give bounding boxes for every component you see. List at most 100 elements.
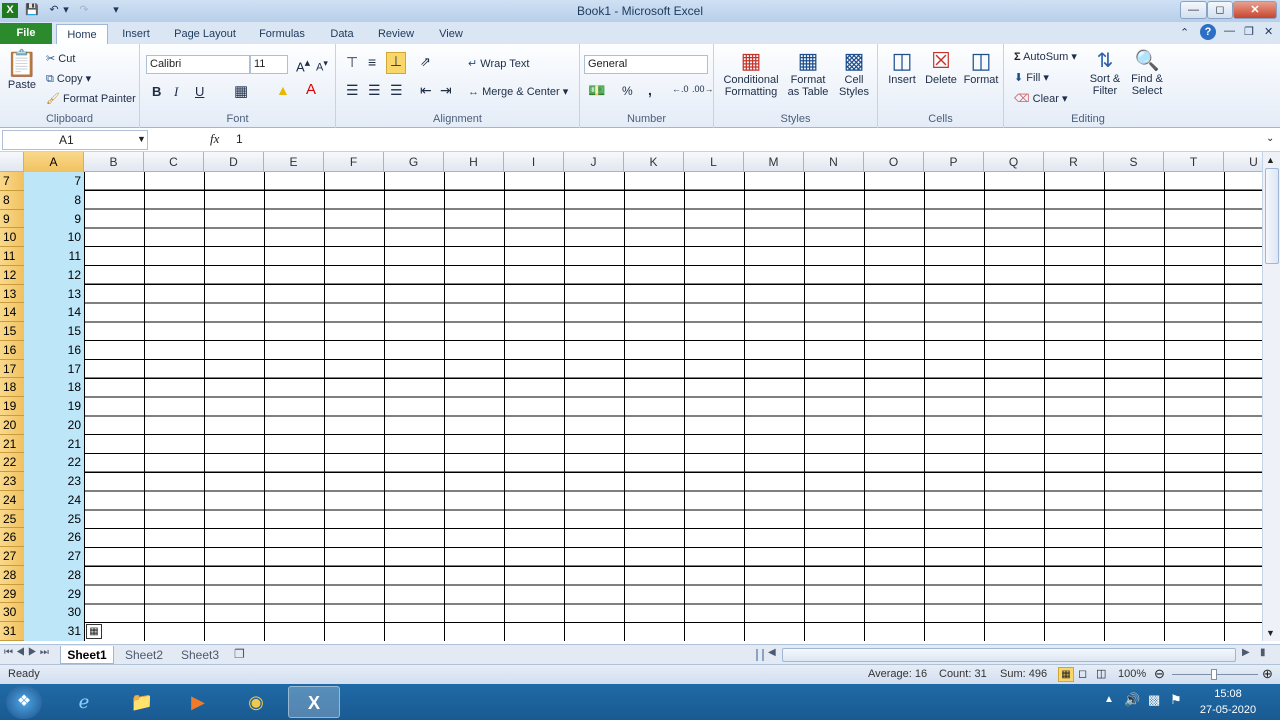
italic-button[interactable]: I: [174, 84, 178, 100]
cell-a[interactable]: 31: [24, 622, 84, 641]
horizontal-scroll-thumb[interactable]: [782, 648, 1236, 662]
column-header-o[interactable]: O: [864, 152, 924, 172]
sort-filter-button[interactable]: ⇅ Sort & Filter: [1086, 48, 1124, 97]
align-left-icon[interactable]: ☰: [346, 82, 359, 99]
scroll-up-icon[interactable]: ▲: [1266, 155, 1275, 165]
split-vertical-icon[interactable]: ▮: [1260, 647, 1266, 658]
cell-a[interactable]: 8: [24, 190, 84, 210]
page-break-view-icon[interactable]: ◫: [1096, 667, 1106, 680]
row-header[interactable]: 28: [0, 565, 24, 585]
row-header[interactable]: 9: [0, 209, 24, 229]
column-header-p[interactable]: P: [924, 152, 984, 172]
workbook-minimize-icon[interactable]: —: [1224, 25, 1235, 37]
cell-a[interactable]: 21: [24, 434, 84, 454]
font-name-combo[interactable]: Calibri: [146, 55, 250, 74]
cell-a[interactable]: 10: [24, 228, 84, 248]
workbook-restore-icon[interactable]: ❐: [1244, 25, 1254, 38]
bold-button[interactable]: B: [152, 84, 161, 99]
cell-a[interactable]: 15: [24, 322, 84, 341]
font-color-icon[interactable]: A: [306, 81, 316, 98]
row-header[interactable]: 17: [0, 359, 24, 379]
zoom-level[interactable]: 100%: [1118, 668, 1146, 680]
media-player-icon[interactable]: ▶: [172, 686, 224, 718]
workbook-close-icon[interactable]: ✕: [1264, 25, 1273, 38]
tab-page-layout[interactable]: Page Layout: [168, 24, 242, 44]
column-header-j[interactable]: J: [564, 152, 624, 172]
column-header-f[interactable]: F: [324, 152, 384, 172]
zoom-slider-thumb[interactable]: [1211, 669, 1217, 680]
cell-a[interactable]: 14: [24, 303, 84, 323]
cell-a[interactable]: 12: [24, 265, 84, 285]
quick-analysis-icon[interactable]: ▦: [86, 624, 102, 639]
excel-taskbar-icon[interactable]: X: [288, 686, 340, 718]
scroll-left-icon[interactable]: ◀: [768, 647, 776, 658]
start-button[interactable]: ❖: [6, 685, 42, 719]
autosum-button[interactable]: Σ AutoSum ▾: [1014, 50, 1077, 63]
copy-button[interactable]: ⧉ Copy ▾: [46, 72, 91, 86]
cell-a[interactable]: 24: [24, 490, 84, 510]
percent-button[interactable]: %: [622, 84, 633, 98]
row-header[interactable]: 10: [0, 228, 24, 248]
row-header[interactable]: 16: [0, 340, 24, 360]
row-header[interactable]: 23: [0, 472, 24, 491]
cell-a[interactable]: 13: [24, 284, 84, 304]
row-header[interactable]: 19: [0, 397, 24, 416]
column-header-h[interactable]: H: [444, 152, 504, 172]
column-header-c[interactable]: C: [144, 152, 204, 172]
tab-formulas[interactable]: Formulas: [252, 24, 312, 44]
scroll-thumb[interactable]: [1265, 168, 1279, 264]
cell-a[interactable]: 30: [24, 603, 84, 623]
cell-a[interactable]: 22: [24, 453, 84, 473]
column-header-m[interactable]: M: [744, 152, 804, 172]
conditional-formatting-button[interactable]: ▦ Conditional Formatting: [720, 48, 782, 98]
row-header[interactable]: 11: [0, 247, 24, 266]
expand-formula-bar-icon[interactable]: ⌄: [1266, 133, 1274, 144]
number-format-combo[interactable]: General: [584, 55, 708, 74]
ribbon-minimize-icon[interactable]: ⌃: [1180, 26, 1189, 39]
fill-button[interactable]: ⬇ Fill ▾: [1014, 71, 1049, 84]
row-header[interactable]: 14: [0, 303, 24, 323]
row-header[interactable]: 26: [0, 528, 24, 548]
bottom-align-icon[interactable]: ⊥: [386, 52, 406, 74]
formula-input[interactable]: 1: [230, 130, 1264, 150]
chrome-icon[interactable]: ◉: [230, 686, 282, 718]
orientation-icon[interactable]: ⇗: [420, 54, 431, 70]
zoom-in-icon[interactable]: ⊕: [1262, 666, 1273, 682]
network-icon[interactable]: ▩: [1148, 692, 1160, 708]
paste-button[interactable]: 📋 Paste: [4, 48, 40, 102]
column-header-g[interactable]: G: [384, 152, 444, 172]
align-right-icon[interactable]: ☰: [390, 82, 403, 99]
vertical-scrollbar[interactable]: ▲ ▼: [1262, 152, 1280, 641]
show-hidden-icons[interactable]: ▲: [1104, 694, 1114, 705]
cell-a[interactable]: 25: [24, 509, 84, 529]
row-header[interactable]: 7: [0, 172, 24, 191]
internet-explorer-icon[interactable]: ℯ: [58, 686, 110, 718]
sheet-tab-sheet1[interactable]: Sheet1: [60, 646, 114, 664]
clear-button[interactable]: ⌫ Clear ▾: [1014, 92, 1068, 105]
center-icon[interactable]: ☰: [368, 82, 381, 99]
row-header[interactable]: 22: [0, 453, 24, 473]
sheet-tab-sheet2[interactable]: Sheet2: [118, 646, 170, 664]
minimize-button[interactable]: —: [1180, 1, 1207, 19]
insert-function-button[interactable]: fx: [210, 131, 219, 147]
row-header[interactable]: 13: [0, 284, 24, 304]
row-header[interactable]: 18: [0, 378, 24, 398]
cell-a[interactable]: 29: [24, 584, 84, 604]
decrease-decimal-icon[interactable]: .00→: [692, 84, 714, 94]
taskbar-date[interactable]: 27-05-2020: [1194, 704, 1262, 716]
insert-cells-button[interactable]: ◫ Insert: [884, 48, 920, 86]
column-header-n[interactable]: N: [804, 152, 864, 172]
scroll-down-icon[interactable]: ▼: [1266, 628, 1275, 638]
maximize-button[interactable]: ◻: [1207, 1, 1233, 19]
format-cells-button[interactable]: ◫ Format: [962, 48, 1000, 86]
cell-a[interactable]: 17: [24, 359, 84, 379]
row-header[interactable]: 21: [0, 434, 24, 454]
cut-button[interactable]: ✂ Cut: [46, 52, 75, 65]
column-header-k[interactable]: K: [624, 152, 684, 172]
font-size-combo[interactable]: 11: [250, 55, 288, 74]
cell-a[interactable]: 28: [24, 565, 84, 585]
cell-a[interactable]: 9: [24, 209, 84, 229]
cell-a[interactable]: 23: [24, 472, 84, 491]
action-center-icon[interactable]: ⚑: [1170, 692, 1182, 708]
insert-sheet-icon[interactable]: ❐: [234, 647, 245, 661]
